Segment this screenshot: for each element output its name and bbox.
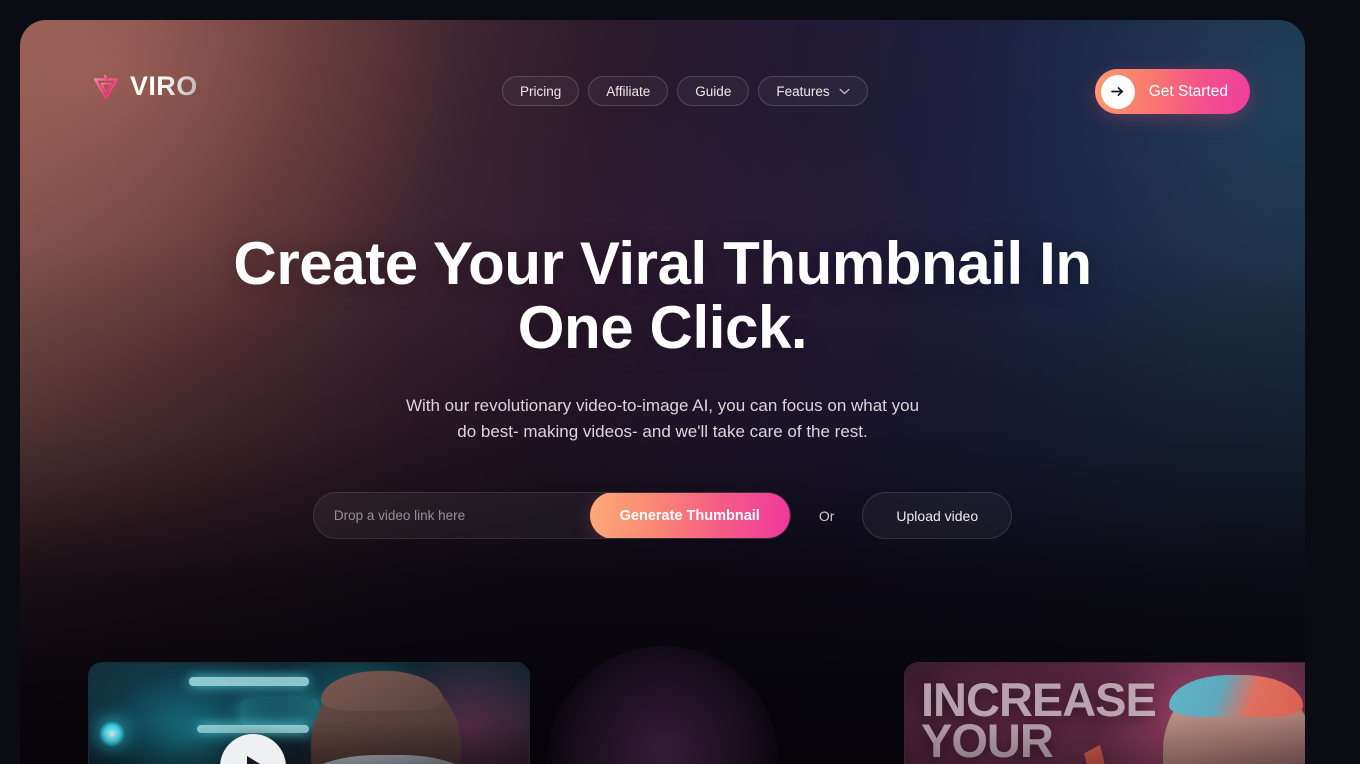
nav-item-pricing[interactable]: Pricing — [502, 76, 580, 106]
center-ring-glow — [546, 646, 779, 764]
nav-label: Affiliate — [606, 83, 651, 99]
site-header: VIRO Pricing Affiliate Guide Features Ge… — [20, 20, 1305, 130]
viro-triangle-logo-icon — [94, 74, 118, 99]
or-separator-label: Or — [818, 507, 835, 524]
nav-item-guide[interactable]: Guide — [677, 76, 750, 106]
nav-item-affiliate[interactable]: Affiliate — [588, 76, 669, 106]
nav-label: Guide — [695, 83, 732, 99]
generate-thumbnail-button[interactable]: Generate Thumbnail — [589, 493, 790, 538]
thumbnail-preview-card[interactable]: INCREASE YOUR — [904, 662, 1305, 764]
chevron-down-icon — [839, 88, 850, 94]
brand-logo[interactable]: VIRO — [92, 71, 198, 102]
play-triangle — [247, 756, 265, 764]
hero-cta-row: Generate Thumbnail Or Upload video — [20, 492, 1305, 539]
video-link-input[interactable] — [313, 493, 590, 538]
main-navigation: Pricing Affiliate Guide Features — [502, 76, 868, 106]
landing-page: VIRO Pricing Affiliate Guide Features Ge… — [20, 20, 1305, 764]
brand-name: VIRO — [130, 71, 198, 101]
nav-label: Features — [776, 83, 830, 99]
get-started-button[interactable]: Get Started — [1094, 69, 1250, 114]
video-link-input-group: Generate Thumbnail — [312, 492, 791, 539]
get-started-label: Get Started — [1148, 82, 1228, 100]
upload-video-button[interactable]: Upload video — [862, 492, 1013, 539]
page-title: Create Your Viral Thumbnail In One Click… — [233, 230, 1092, 362]
app-backdrop: VIRO Pricing Affiliate Guide Features Ge… — [0, 0, 1360, 764]
arrow-right-icon — [1100, 74, 1135, 109]
thumbnail-vignette — [905, 663, 1305, 764]
nav-label: Pricing — [520, 83, 562, 99]
video-still-vignette — [89, 663, 529, 764]
nav-item-features[interactable]: Features — [758, 76, 868, 106]
video-preview-card[interactable] — [88, 662, 530, 764]
hero-subtitle: With our revolutionary video-to-image AI… — [405, 396, 920, 442]
showcase-strip: INCREASE YOUR — [20, 638, 1305, 764]
